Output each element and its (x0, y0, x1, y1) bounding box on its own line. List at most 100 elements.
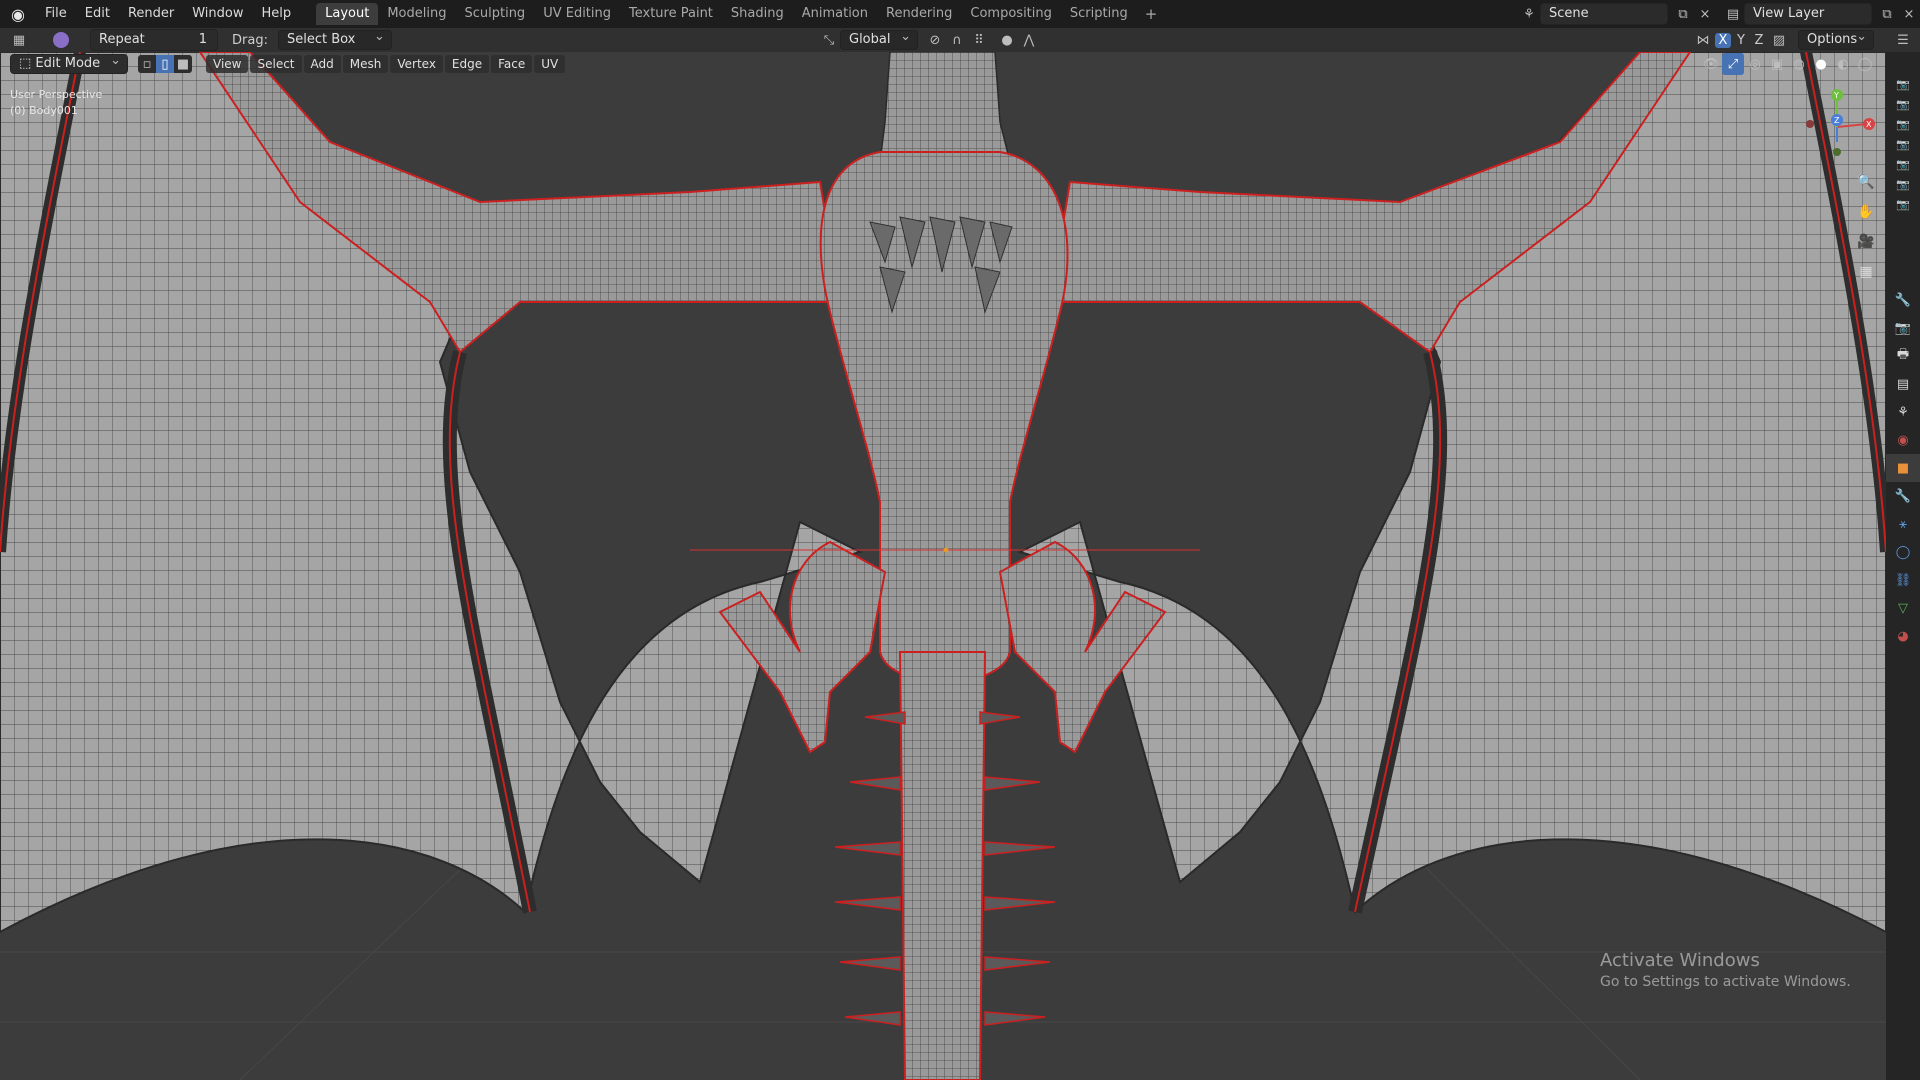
gizmo-y-label: Y (1833, 91, 1839, 100)
outliner-camera-icon-2[interactable]: 📷 (1886, 94, 1920, 114)
wireframe-shading-icon[interactable]: ◍ (1788, 53, 1810, 75)
menu-face[interactable]: Face (491, 55, 533, 73)
menu-help[interactable]: Help (253, 0, 301, 28)
topology-mirror-icon[interactable]: ▨ (1768, 29, 1790, 51)
vertex-select-icon[interactable]: ▫ (138, 55, 156, 73)
outliner-camera-icon-4[interactable]: 📷 (1886, 134, 1920, 154)
xray-icon[interactable]: ▣ (1766, 53, 1788, 75)
tool-header: ▦ Repeat 1 Drag: Select Box ⤡ Global ⊘ ∩… (0, 28, 1920, 52)
tab-texture-paint[interactable]: Texture Paint (620, 3, 722, 25)
axis-y-toggle[interactable]: Y (1733, 33, 1749, 48)
gizmo-toggle-icon[interactable]: ⤢ (1722, 53, 1744, 75)
view-layer-icon[interactable]: ▤ (1722, 3, 1744, 25)
output-icon[interactable]: 🖶 (1886, 342, 1920, 370)
delete-view-layer-icon[interactable]: × (1898, 3, 1920, 25)
tab-uv-editing[interactable]: UV Editing (534, 3, 620, 25)
view-layer-field[interactable]: View Layer (1744, 3, 1872, 25)
view-layer-tab-icon[interactable]: ▤ (1886, 370, 1920, 398)
sidebar-toggle-icon[interactable]: ☰ (1892, 29, 1914, 51)
render-icon[interactable]: 📷 (1886, 314, 1920, 342)
navigation-gizmo[interactable]: X Y Z (1792, 82, 1882, 172)
viewport-header: ⬚ Edit Mode ▫ ▯ ■ View Select Add Mesh V… (0, 52, 1886, 76)
new-view-layer-icon[interactable]: ⧉ (1876, 3, 1898, 25)
outliner-camera-icon-5[interactable]: 📷 (1886, 154, 1920, 174)
data-icon[interactable]: ▽ (1886, 594, 1920, 622)
tab-sculpting[interactable]: Sculpting (455, 3, 534, 25)
drag-select-dropdown[interactable]: Select Box (277, 28, 392, 50)
particles-icon[interactable]: ⚹ (1886, 510, 1920, 538)
viewport-shading-controls: 👁 ⤢ ◎ ▣ ◍ ● ◐ ◯ (1700, 53, 1876, 75)
new-scene-icon[interactable]: ⧉ (1672, 3, 1694, 25)
object-icon[interactable]: ■ (1886, 454, 1920, 482)
tab-modeling[interactable]: Modeling (378, 3, 455, 25)
menu-edit[interactable]: Edit (76, 0, 119, 28)
falloff-icon[interactable]: ⋀ (1018, 29, 1040, 51)
repeat-label: Repeat (99, 32, 145, 47)
active-object-label: (0) Body001 (10, 104, 78, 117)
menu-render[interactable]: Render (119, 0, 183, 28)
mirror-icon[interactable]: ⋈ (1692, 29, 1714, 51)
delete-scene-icon[interactable]: × (1694, 3, 1716, 25)
editor-type-icon[interactable]: ▦ (8, 29, 30, 51)
tool-sphere-icon[interactable] (50, 29, 72, 51)
menu-mesh[interactable]: Mesh (342, 55, 389, 73)
material-icon[interactable]: ◕ (1886, 622, 1920, 650)
snap-target-icon[interactable]: ⠿ (968, 29, 990, 51)
tab-rendering[interactable]: Rendering (877, 3, 961, 25)
3d-viewport[interactable]: ⬚ Edit Mode ▫ ▯ ■ View Select Add Mesh V… (0, 52, 1886, 1080)
proportional-edit-icon[interactable]: ● (996, 29, 1018, 51)
tab-scripting[interactable]: Scripting (1061, 3, 1137, 25)
face-select-icon[interactable]: ■ (174, 55, 192, 73)
menu-view[interactable]: View (206, 55, 249, 73)
pivot-icon[interactable]: ⊘ (924, 29, 946, 51)
menu-edge[interactable]: Edge (444, 55, 490, 73)
outliner-camera-icon-3[interactable]: 📷 (1886, 114, 1920, 134)
pan-hand-icon[interactable]: ✋ (1854, 200, 1878, 224)
activate-windows-title: Activate Windows (1600, 950, 1760, 971)
menu-add[interactable]: Add (303, 55, 341, 73)
tab-shading[interactable]: Shading (722, 3, 793, 25)
tool-icon[interactable]: 🔧 (1886, 286, 1920, 314)
constraints-icon[interactable]: ⛓ (1886, 566, 1920, 594)
overlay-toggle-icon[interactable]: ◎ (1744, 53, 1766, 75)
activate-windows-subtitle: Go to Settings to activate Windows. (1600, 974, 1851, 990)
modifier-icon[interactable]: 🔧 (1886, 482, 1920, 510)
material-shading-icon[interactable]: ◐ (1832, 53, 1854, 75)
scene-selector-icon[interactable]: ⚘ (1518, 3, 1540, 25)
blender-logo-icon[interactable]: ◉ (0, 0, 36, 28)
menu-uv[interactable]: UV (534, 55, 566, 73)
add-workspace-button[interactable]: + (1137, 5, 1166, 23)
tab-animation[interactable]: Animation (793, 3, 877, 25)
repeat-count: 1 (198, 32, 207, 47)
outliner-camera-icon-6[interactable]: 📷 (1886, 174, 1920, 194)
mode-dropdown[interactable]: ⬚ Edit Mode (10, 52, 128, 74)
mesh-render (0, 52, 1886, 1080)
snap-icon[interactable]: ∩ (946, 29, 968, 51)
scene-field[interactable]: Scene (1540, 3, 1668, 25)
outliner-camera-icon-7[interactable]: 📷 (1886, 194, 1920, 214)
zoom-icon[interactable]: 🔍 (1854, 170, 1878, 194)
tab-compositing[interactable]: Compositing (961, 3, 1061, 25)
edge-select-icon[interactable]: ▯ (156, 55, 174, 73)
visibility-icon[interactable]: 👁 (1700, 53, 1722, 75)
tool-header-right: ⋈ X Y Z ▨ Options (1692, 28, 1874, 51)
camera-view-icon[interactable]: 🎥 (1854, 230, 1878, 254)
menu-select[interactable]: Select (250, 55, 302, 73)
menu-window[interactable]: Window (183, 0, 252, 28)
ortho-grid-icon[interactable]: ▦ (1854, 260, 1878, 284)
physics-icon[interactable]: ◯ (1886, 538, 1920, 566)
repeat-operator-field[interactable]: Repeat 1 (90, 29, 218, 51)
gizmo-z-label: Z (1834, 116, 1840, 125)
tab-layout[interactable]: Layout (316, 3, 379, 25)
solid-shading-icon[interactable]: ● (1810, 53, 1832, 75)
world-icon[interactable]: ◉ (1886, 426, 1920, 454)
menu-file[interactable]: File (36, 0, 76, 28)
options-dropdown[interactable]: Options (1798, 28, 1874, 50)
outliner-camera-icon-1[interactable]: 📷 (1886, 74, 1920, 94)
scene-icon[interactable]: ⚘ (1886, 398, 1920, 426)
axis-z-toggle[interactable]: Z (1751, 33, 1767, 48)
axis-x-toggle[interactable]: X (1715, 32, 1731, 48)
menu-vertex[interactable]: Vertex (390, 55, 443, 73)
rendered-shading-icon[interactable]: ◯ (1854, 53, 1876, 75)
transform-orientation-dropdown[interactable]: Global (840, 28, 918, 50)
